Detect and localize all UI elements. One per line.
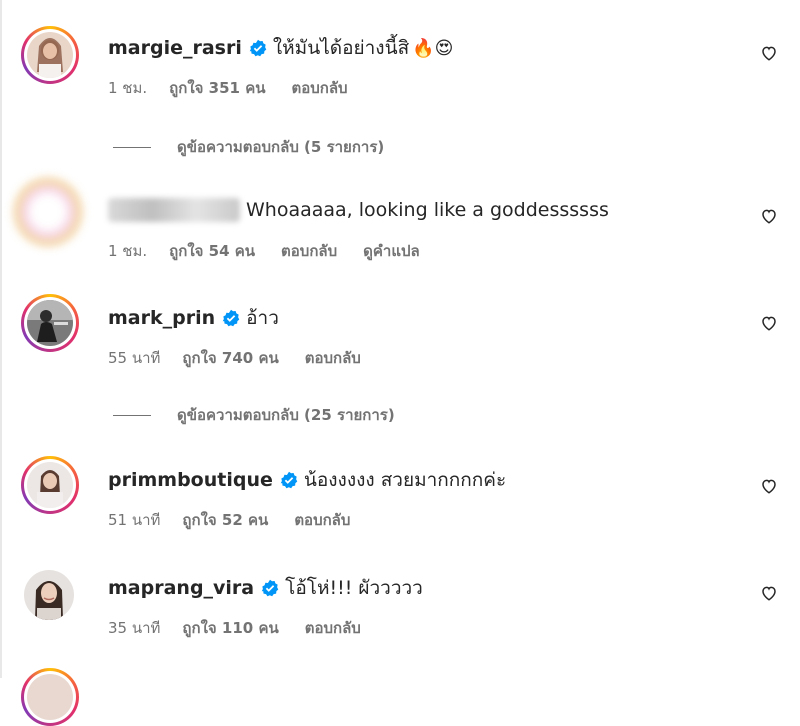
comment-text: อ้าว [246, 307, 279, 329]
comment-time: 51 นาที [108, 511, 161, 529]
view-replies-label: ดูข้อความตอบกลับ (25 รายการ) [177, 406, 395, 424]
heart-icon[interactable] [760, 477, 778, 495]
comment-username[interactable]: primmboutique [108, 469, 273, 491]
view-replies-button[interactable]: ดูข้อความตอบกลับ (5 รายการ) [113, 135, 384, 159]
comment-likes-link[interactable]: ถูกใจ 740 คน [182, 346, 278, 370]
view-replies-button[interactable]: ดูข้อความตอบกลับ (25 รายการ) [113, 403, 395, 427]
verified-badge-icon [280, 471, 298, 489]
avatar-story-ring[interactable] [21, 294, 79, 352]
replies-divider-line [113, 146, 151, 148]
avatar-story-ring[interactable] [21, 26, 79, 84]
reply-button[interactable]: ตอบกลับ [291, 76, 347, 100]
avatar[interactable] [12, 176, 84, 248]
panel-left-border [0, 0, 2, 678]
comment-likes-link[interactable]: ถูกใจ 351 คน [169, 76, 265, 100]
verified-badge-icon [261, 579, 279, 597]
heart-icon[interactable] [760, 44, 778, 62]
comment-text: โอ้โห่!!! ผัววววว [285, 577, 423, 599]
reply-button[interactable]: ตอบกลับ [305, 346, 361, 370]
comment-username-redacted[interactable] [108, 198, 240, 222]
avatar-story-ring-partial[interactable] [21, 668, 79, 726]
comment-text: Whoaaaaa, looking like a goddessssss [246, 199, 609, 221]
comment-text: น้องงงงง สวยมากกกกค่ะ [303, 469, 507, 491]
comment-likes-link[interactable]: ถูกใจ 52 คน [182, 508, 268, 532]
heart-icon[interactable] [760, 314, 778, 332]
comment-emojis: 🔥😍 [412, 37, 454, 59]
verified-badge-icon [249, 39, 267, 57]
heart-icon[interactable] [760, 207, 778, 225]
comment-likes-link[interactable]: ถูกใจ 54 คน [169, 239, 255, 263]
comment-username[interactable]: maprang_vira [108, 577, 254, 599]
reply-button[interactable]: ตอบกลับ [294, 508, 350, 532]
reply-button[interactable]: ตอบกลับ [305, 616, 361, 640]
comment-username[interactable]: mark_prin [108, 307, 215, 329]
comment-time: 55 นาที [108, 349, 161, 367]
comment-time: 35 นาที [108, 619, 161, 637]
avatar [27, 32, 73, 78]
avatar-story-ring[interactable] [21, 456, 79, 514]
avatar [27, 674, 73, 720]
comment-text: ให้มันได้อย่างนี้สิ [272, 37, 410, 59]
avatar [27, 462, 73, 508]
comment-time: 1 ชม. [108, 79, 148, 97]
avatar [27, 300, 73, 346]
comment-username[interactable]: margie_rasri [108, 37, 242, 59]
avatar[interactable] [24, 570, 74, 620]
replies-divider-line [113, 414, 151, 416]
comment-likes-link[interactable]: ถูกใจ 110 คน [182, 616, 278, 640]
heart-icon[interactable] [760, 584, 778, 602]
translate-button[interactable]: ดูคำแปล [363, 239, 420, 263]
reply-button[interactable]: ตอบกลับ [281, 239, 337, 263]
view-replies-label: ดูข้อความตอบกลับ (5 รายการ) [177, 138, 385, 156]
comment-time: 1 ชม. [108, 242, 148, 260]
verified-badge-icon [222, 309, 240, 327]
